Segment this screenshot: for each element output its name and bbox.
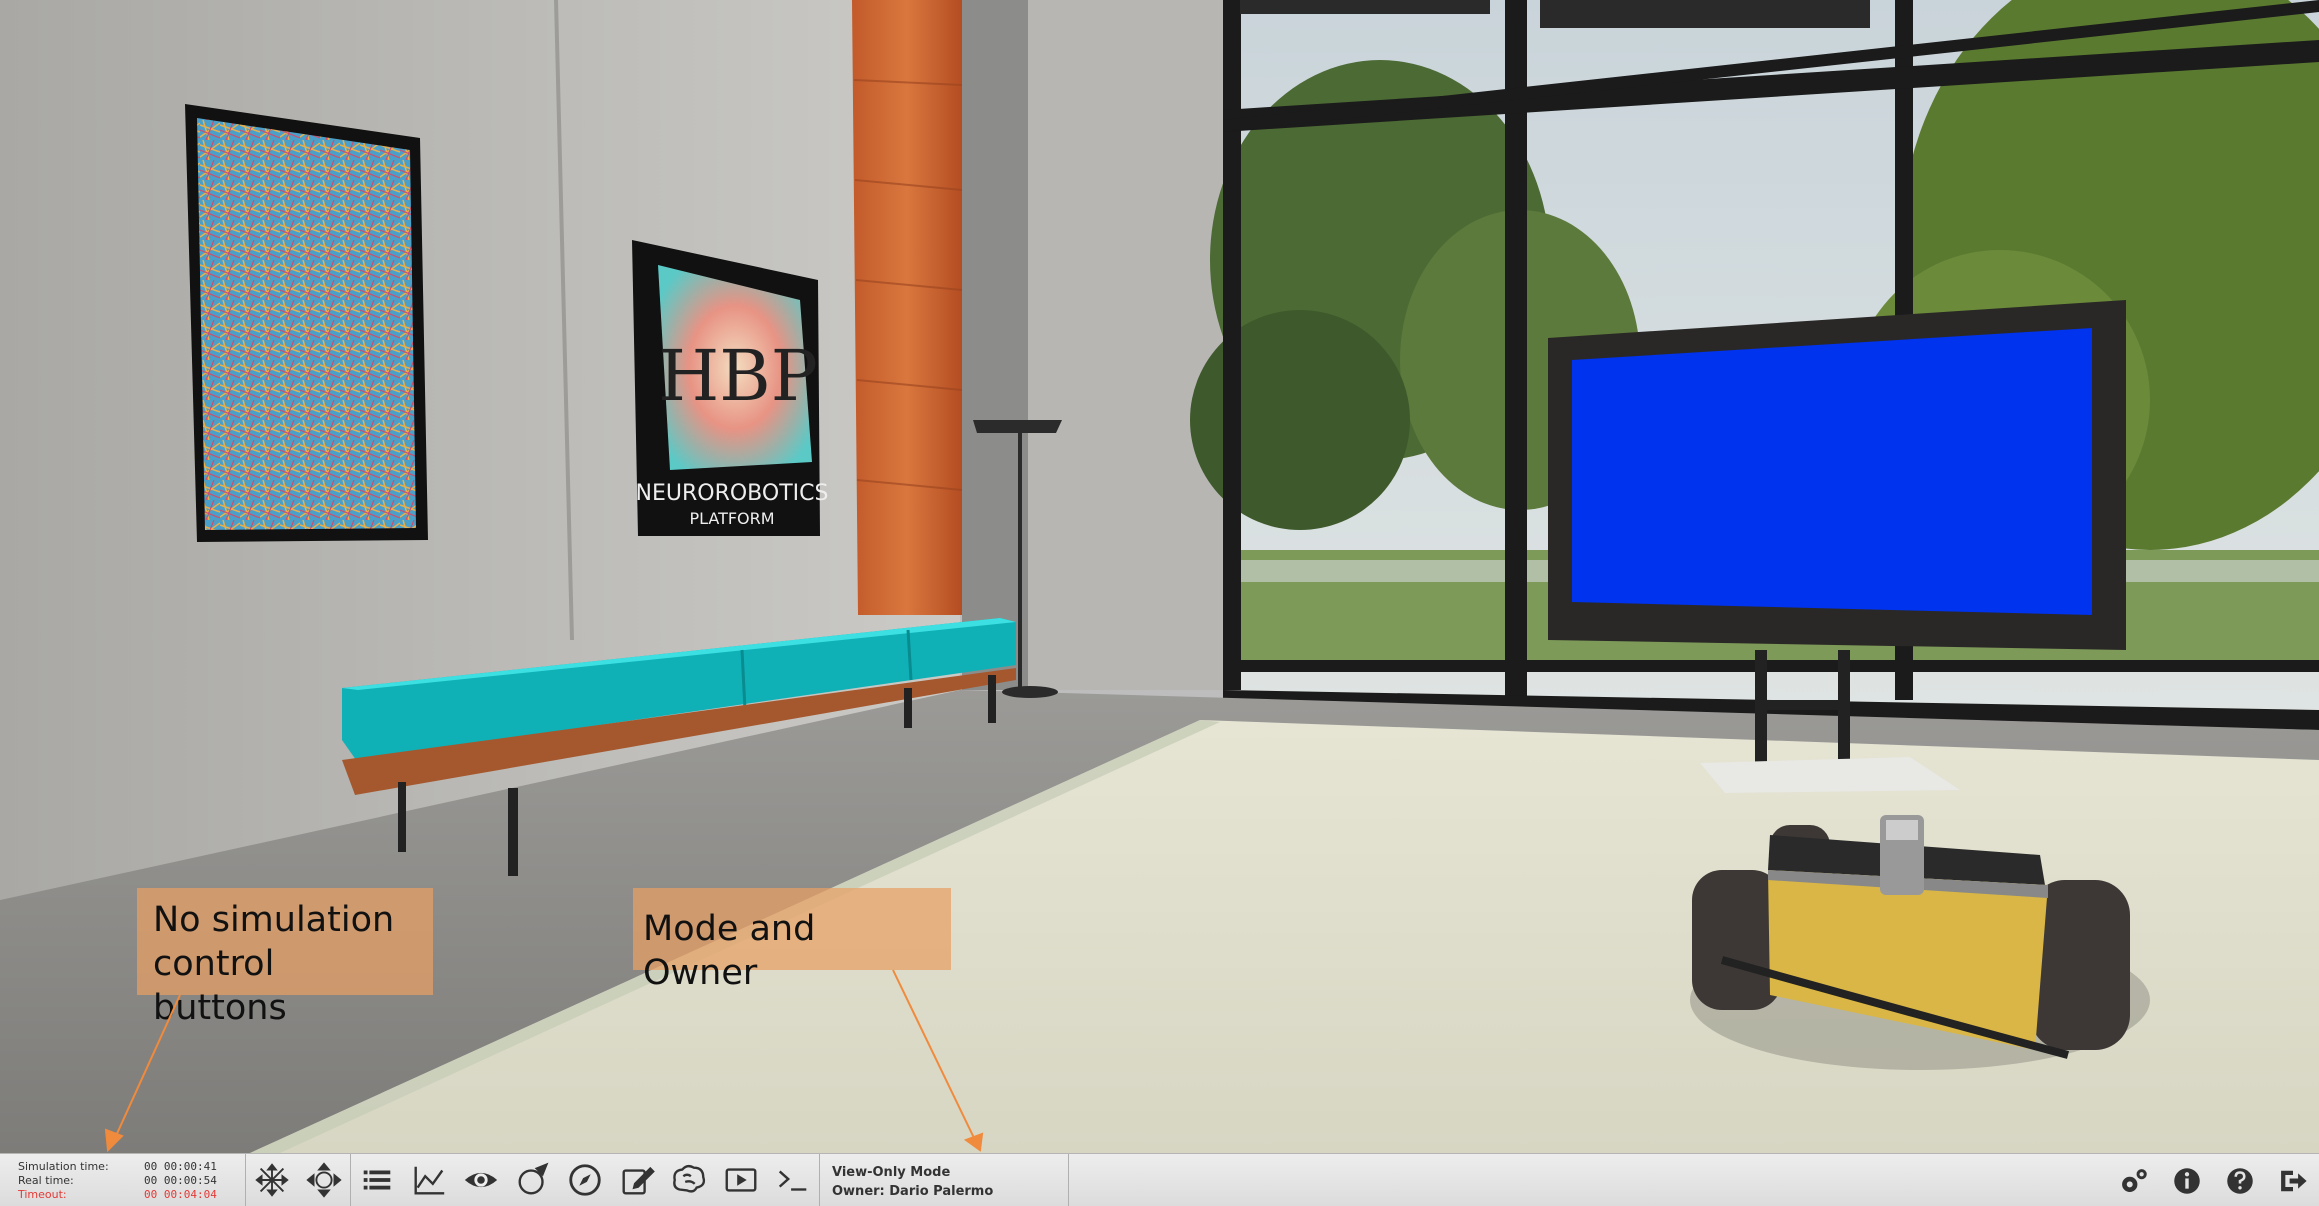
timeout-label: Timeout: bbox=[18, 1187, 67, 1201]
callout-no-sim-line2: control buttons bbox=[153, 944, 287, 1028]
right-tool-buttons bbox=[2107, 1154, 2319, 1206]
translate-object-icon[interactable] bbox=[246, 1154, 298, 1206]
navigation-compass-icon[interactable] bbox=[559, 1154, 611, 1206]
editor-icon[interactable] bbox=[611, 1154, 663, 1206]
simulation-time-value: 00 00:00:41 bbox=[144, 1159, 217, 1173]
terminal-icon[interactable] bbox=[767, 1154, 819, 1206]
view-toggle-eye-icon[interactable] bbox=[455, 1154, 507, 1206]
brain-visualizer-chart-icon[interactable] bbox=[403, 1154, 455, 1206]
poster-logo-text: HBP bbox=[658, 335, 818, 417]
poster-subtitle-text: PLATFORM bbox=[689, 509, 774, 528]
exit-icon[interactable] bbox=[2266, 1154, 2319, 1206]
abstract-painting bbox=[185, 104, 428, 542]
real-time-value: 00 00:00:54 bbox=[144, 1173, 217, 1187]
callout-no-sim-line1: No simulation bbox=[153, 900, 395, 940]
simulation-viewport[interactable]: HBP NEUROROBOTICS PLATFORM No simulation… bbox=[0, 0, 2319, 1153]
callout-mode-owner: Mode and Owner bbox=[633, 888, 951, 993]
simulation-clock: Simulation time: 00 00:00:41 Real time: … bbox=[0, 1153, 246, 1206]
wood-panel bbox=[852, 0, 962, 615]
simulation-time-label: Simulation time: bbox=[18, 1159, 109, 1173]
owner-label: Owner: Dario Palermo bbox=[832, 1183, 994, 1199]
bottom-toolbar: Simulation time: 00 00:00:41 Real time: … bbox=[0, 1153, 2319, 1206]
poster-title-text: NEUROROBOTICS bbox=[636, 481, 829, 506]
mode-owner-info: View-Only Mode Owner: Dario Palermo bbox=[819, 1153, 1069, 1206]
mode-label: View-Only Mode bbox=[832, 1164, 951, 1180]
environment-settings-icon[interactable] bbox=[507, 1154, 559, 1206]
navigation-mode-icon[interactable] bbox=[298, 1154, 350, 1206]
video-stream-icon[interactable] bbox=[715, 1154, 767, 1206]
callout-no-simulation-controls: No simulation control buttons bbox=[137, 888, 433, 1028]
tool-buttons bbox=[246, 1153, 819, 1206]
help-icon[interactable] bbox=[2213, 1154, 2266, 1206]
object-inspector-icon[interactable] bbox=[351, 1154, 403, 1206]
timeout-value: 00 00:04:04 bbox=[144, 1187, 217, 1201]
real-time-label: Real time: bbox=[18, 1173, 74, 1187]
info-icon[interactable] bbox=[2160, 1154, 2213, 1206]
brain-icon[interactable] bbox=[663, 1154, 715, 1206]
neurorobotics-poster: HBP NEUROROBOTICS PLATFORM bbox=[632, 240, 828, 536]
settings-gears-icon[interactable] bbox=[2107, 1154, 2160, 1206]
